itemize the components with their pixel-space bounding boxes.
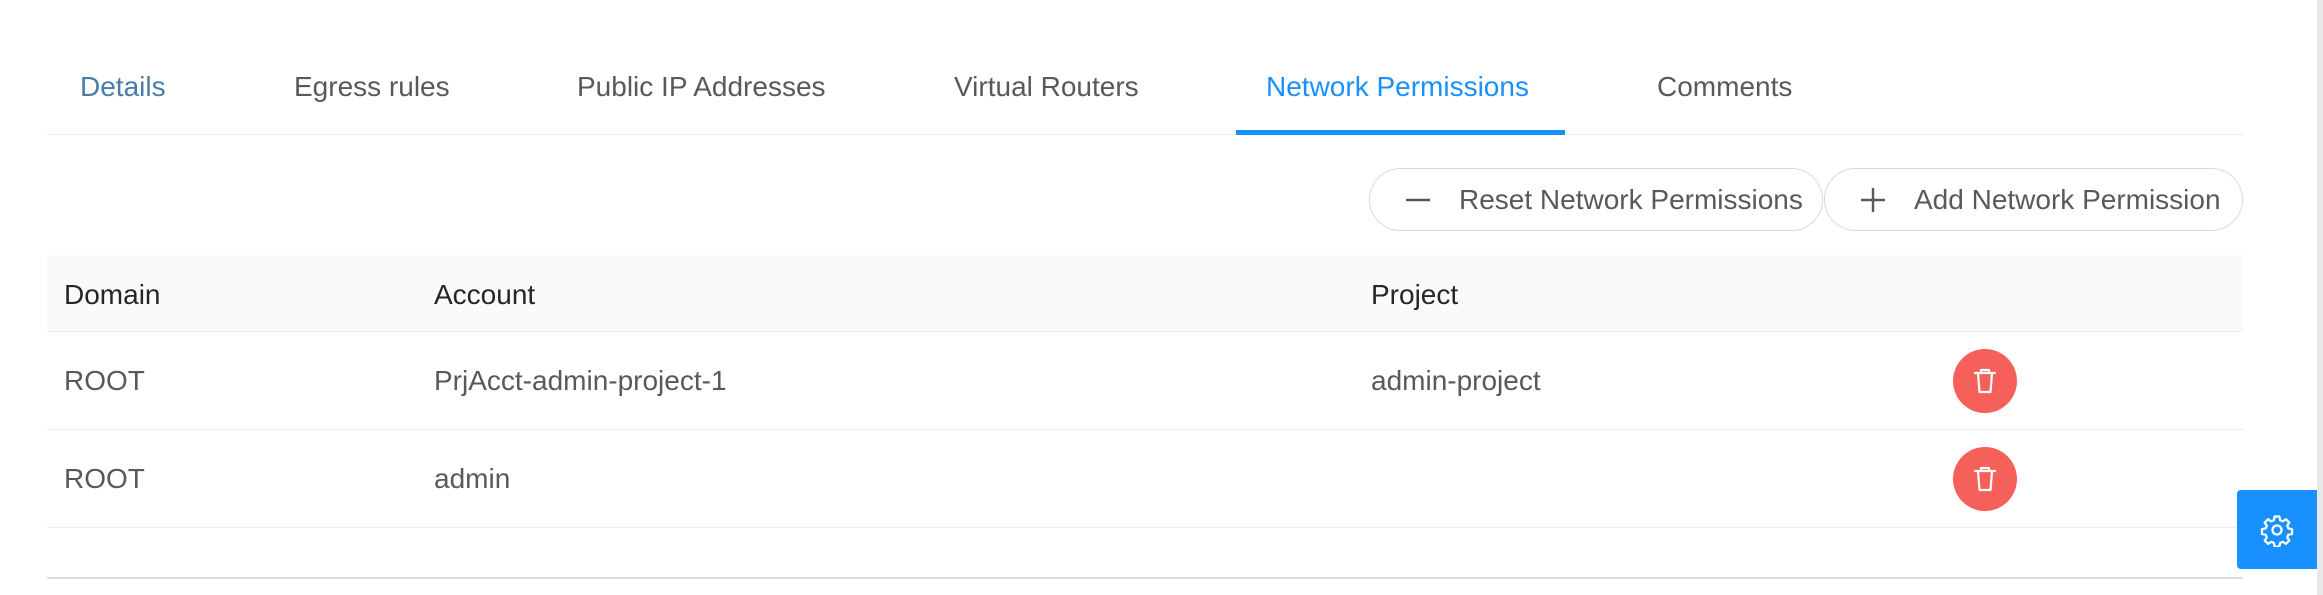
delete-icon — [1973, 466, 1997, 492]
reset-network-permissions-label: Reset Network Permissions — [1459, 183, 1803, 215]
add-network-permission-button[interactable]: Add Network Permission — [1824, 168, 2243, 231]
add-network-permission-label: Add Network Permission — [1914, 183, 2221, 215]
tab-egress-rules[interactable]: Egress rules — [294, 71, 450, 103]
cell-account: PrjAcct-admin-project-1 — [434, 365, 727, 396]
tab-details[interactable]: Details — [80, 71, 166, 103]
settings-button[interactable] — [2237, 490, 2317, 569]
column-header-domain: Domain — [64, 279, 161, 310]
delete-icon — [1973, 368, 1997, 394]
tab-bar: Details Egress rules Public IP Addresses… — [47, 0, 2243, 135]
cell-account: admin — [434, 463, 511, 494]
tab-network-permissions[interactable]: Network Permissions — [1266, 71, 1529, 103]
scrollbar[interactable] — [2317, 0, 2323, 595]
plus-icon — [1861, 187, 1885, 212]
column-header-project: Project — [1371, 279, 1459, 310]
cell-project: admin-project — [1371, 365, 1541, 396]
permissions-table: Domain Account Project ROOT PrjAcct-admi… — [47, 255, 2243, 528]
delete-permission-button[interactable] — [1953, 349, 2017, 413]
table-row: ROOT PrjAcct-admin-project-1 admin-proje… — [47, 332, 2243, 430]
table-header: Domain Account Project — [47, 255, 2243, 332]
column-header-account: Account — [434, 279, 536, 310]
cell-domain: ROOT — [64, 365, 145, 396]
gear-icon — [2260, 514, 2294, 547]
reset-network-permissions-button[interactable]: Reset Network Permissions — [1369, 168, 1823, 231]
table-row: ROOT admin — [47, 430, 2243, 528]
minus-icon — [1406, 198, 1430, 201]
pagination-divider — [47, 577, 2243, 579]
network-permissions-page: Details Egress rules Public IP Addresses… — [0, 0, 2323, 595]
active-tab-indicator — [1236, 130, 1565, 135]
delete-permission-button[interactable] — [1953, 447, 2017, 511]
tab-virtual-routers[interactable]: Virtual Routers — [954, 71, 1139, 103]
tab-comments[interactable]: Comments — [1657, 71, 1792, 103]
cell-domain: ROOT — [64, 463, 145, 494]
tab-public-ip-addresses[interactable]: Public IP Addresses — [577, 71, 826, 103]
